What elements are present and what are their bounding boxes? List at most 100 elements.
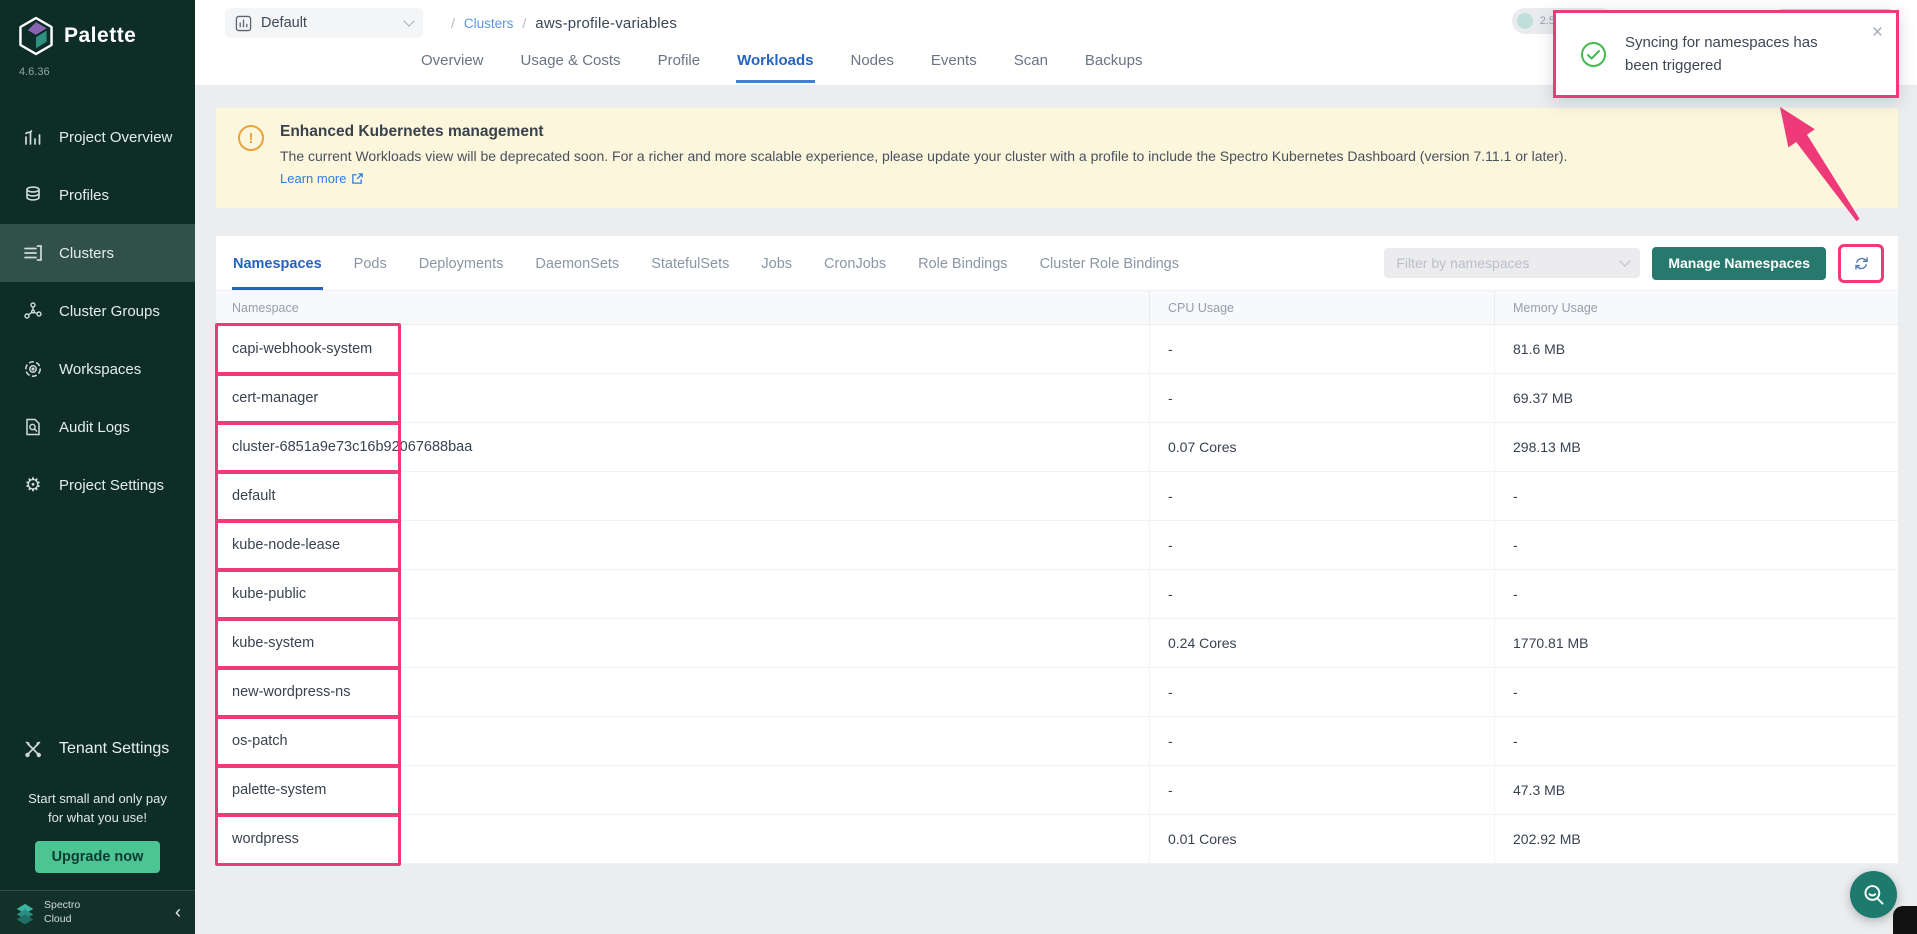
promo-line-2: for what you use! <box>10 809 185 828</box>
cluster-tab[interactable]: Backups <box>1084 44 1144 83</box>
close-icon[interactable]: × <box>1872 23 1883 42</box>
search-fab[interactable] <box>1850 871 1897 918</box>
cpu-usage-cell: - <box>1149 374 1494 422</box>
breadcrumb: / Clusters / aws-profile-variables <box>451 15 677 32</box>
spectro-cloud-brand: Spectro Cloud <box>44 899 80 925</box>
sidebar-item-tenant-settings[interactable]: Tenant Settings <box>0 726 195 772</box>
toast-message-line-1: Syncing for namespaces has <box>1625 31 1865 54</box>
clusters-icon <box>22 242 44 264</box>
sidebar-footer: Spectro Cloud ‹ <box>0 890 195 934</box>
column-header-namespace[interactable]: Namespace <box>216 291 1149 324</box>
column-header-memory[interactable]: Memory Usage <box>1494 291 1898 324</box>
namespace-cell: capi-webhook-system <box>216 325 1149 373</box>
memory-usage-cell: 1770.81 MB <box>1494 619 1898 667</box>
namespace-cell: kube-node-lease <box>216 521 1149 569</box>
table-row[interactable]: capi-webhook-system - 81.6 MB <box>216 325 1898 374</box>
sidebar-item-cluster-groups[interactable]: Cluster Groups <box>0 282 195 340</box>
bar-chart-icon <box>235 15 252 32</box>
gear-icon: ⚙ <box>22 474 44 496</box>
table-row[interactable]: kube-system 0.24 Cores 1770.81 MB <box>216 619 1898 668</box>
workloads-tab[interactable]: CronJobs <box>823 256 887 290</box>
sync-toast: Syncing for namespaces has been triggere… <box>1553 10 1899 98</box>
namespace-cell: kube-system <box>216 619 1149 667</box>
workloads-panel: Namespaces Pods Deployments DaemonSets State… <box>216 236 1898 864</box>
sidebar-nav: Project Overview Profiles Clusters Clust… <box>0 108 195 514</box>
sidebar: Palette 4.6.36 Project Overview Profiles… <box>0 0 195 934</box>
memory-usage-cell: - <box>1494 472 1898 520</box>
table-row[interactable]: os-patch - - <box>216 717 1898 766</box>
table-row[interactable]: palette-system - 47.3 MB <box>216 766 1898 815</box>
namespace-filter-dropdown[interactable] <box>1384 248 1640 278</box>
workloads-tab[interactable]: Jobs <box>760 256 793 290</box>
cluster-tab[interactable]: Workloads <box>736 44 814 83</box>
namespace-cell: kube-public <box>216 570 1149 618</box>
breadcrumb-current-cluster: aws-profile-variables <box>535 15 677 32</box>
sidebar-item-project-settings[interactable]: ⚙ Project Settings <box>0 456 195 514</box>
workloads-tab[interactable]: Role Bindings <box>917 256 1008 290</box>
sidebar-item-workspaces[interactable]: Workspaces <box>0 340 195 398</box>
workloads-tab[interactable]: Cluster Role Bindings <box>1039 256 1180 290</box>
project-selector-dropdown[interactable]: Default <box>225 8 423 38</box>
learn-more-link[interactable]: Learn more <box>280 171 364 186</box>
table-row[interactable]: kube-node-lease - - <box>216 521 1898 570</box>
table-row[interactable]: wordpress 0.01 Cores 202.92 MB <box>216 815 1898 864</box>
warning-icon: ! <box>238 125 264 151</box>
sidebar-item-label: Cluster Groups <box>59 303 160 320</box>
workloads-tab[interactable]: StatefulSets <box>650 256 730 290</box>
cluster-tab[interactable]: Nodes <box>850 44 895 83</box>
cluster-tab[interactable]: Scan <box>1013 44 1049 83</box>
sidebar-item-project-overview[interactable]: Project Overview <box>0 108 195 166</box>
sidebar-item-label: Project Settings <box>59 477 164 494</box>
workloads-tab[interactable]: Deployments <box>418 256 505 290</box>
column-header-cpu[interactable]: CPU Usage <box>1149 291 1494 324</box>
table-row[interactable]: cluster-6851a9e73c16b92067688baa 0.07 Co… <box>216 423 1898 472</box>
workspaces-icon <box>22 358 44 380</box>
memory-usage-cell: - <box>1494 668 1898 716</box>
banner-title: Enhanced Kubernetes management <box>280 123 1567 141</box>
spectro-cloud-logo-icon <box>14 902 36 924</box>
sidebar-item-label: Clusters <box>59 245 114 262</box>
breadcrumb-separator: / <box>451 15 455 31</box>
sidebar-item-clusters[interactable]: Clusters <box>0 224 195 282</box>
workloads-tab[interactable]: DaemonSets <box>534 256 620 290</box>
learn-more-label: Learn more <box>280 171 346 186</box>
cluster-tab[interactable]: Usage & Costs <box>520 44 622 83</box>
breadcrumb-link-clusters[interactable]: Clusters <box>464 16 514 31</box>
memory-usage-cell: - <box>1494 570 1898 618</box>
table-row[interactable]: kube-public - - <box>216 570 1898 619</box>
table-row[interactable]: cert-manager - 69.37 MB <box>216 374 1898 423</box>
brand-line-1: Spectro <box>44 899 80 912</box>
workloads-tab[interactable]: Namespaces <box>232 256 323 290</box>
sidebar-item-audit-logs[interactable]: Audit Logs <box>0 398 195 456</box>
cluster-tab[interactable]: Overview <box>420 44 485 83</box>
corner-widget <box>1893 906 1917 934</box>
refresh-button[interactable] <box>1838 244 1884 283</box>
cluster-tab[interactable]: Profile <box>657 44 702 83</box>
sidebar-item-profiles[interactable]: Profiles <box>0 166 195 224</box>
deprecation-banner: ! Enhanced Kubernetes management The cur… <box>216 108 1898 208</box>
tools-icon <box>22 738 44 760</box>
usage-dot-icon <box>1517 13 1533 29</box>
refresh-icon <box>1853 255 1870 272</box>
cpu-usage-cell: - <box>1149 766 1494 814</box>
banner-body: The current Workloads view will be depre… <box>280 148 1567 164</box>
search-smile-icon <box>1861 882 1887 908</box>
upgrade-now-button[interactable]: Upgrade now <box>35 841 161 873</box>
sidebar-item-label: Profiles <box>59 187 109 204</box>
namespace-cell: cluster-6851a9e73c16b92067688baa <box>216 423 1149 471</box>
manage-namespaces-button[interactable]: Manage Namespaces <box>1652 247 1826 280</box>
sidebar-collapse-chevron[interactable]: ‹ <box>175 902 181 923</box>
table-row[interactable]: new-wordpress-ns - - <box>216 668 1898 717</box>
sidebar-item-label: Project Overview <box>59 129 172 146</box>
namespace-cell: palette-system <box>216 766 1149 814</box>
workloads-tab[interactable]: Pods <box>353 256 388 290</box>
chevron-down-icon <box>403 15 414 26</box>
cluster-tab[interactable]: Events <box>930 44 978 83</box>
project-selector-value: Default <box>261 15 307 31</box>
memory-usage-cell: - <box>1494 717 1898 765</box>
table-row[interactable]: default - - <box>216 472 1898 521</box>
memory-usage-cell: 298.13 MB <box>1494 423 1898 471</box>
cluster-groups-icon <box>22 300 44 322</box>
namespace-filter-input[interactable] <box>1396 255 1620 271</box>
upgrade-promo: Start small and only pay for what you us… <box>0 790 195 828</box>
